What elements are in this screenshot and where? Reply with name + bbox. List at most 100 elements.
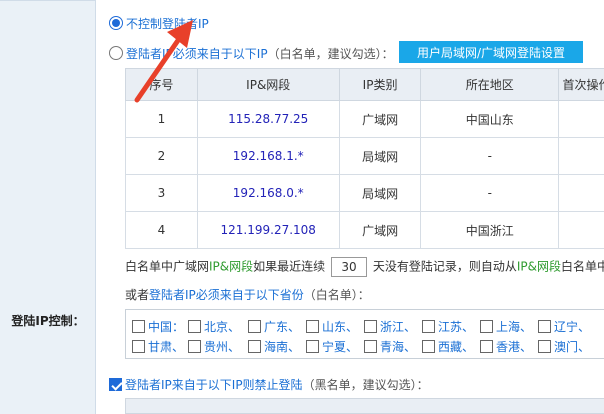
- inactive-days-input[interactable]: 30: [331, 257, 367, 277]
- province-title-prefix: 或者: [125, 288, 150, 302]
- whitelist-radio[interactable]: [109, 46, 123, 60]
- rule-text-prefix: 白名单中广域网: [125, 259, 210, 274]
- blacklist-option: 登陆者IP来自于以下IP则禁止登陆 （黑名单，建议勾选）：: [109, 376, 429, 393]
- auto-remove-rule: 白名单中广域网IP&网段如果最近连续 30 天没有登陆记录，则自动从IP&网段白…: [125, 257, 604, 277]
- province-label: 广东、: [264, 320, 301, 334]
- province-title-text: 登陆者IP必须来自于以下省份: [149, 288, 304, 302]
- blacklist-checkbox[interactable]: [109, 378, 122, 391]
- province-label: 江苏、: [438, 320, 475, 334]
- blacklist-table-header: [125, 398, 604, 414]
- main-panel: 不控制登陆者IP 登陆者IP必须来自于以下IP（白名单，建议勾选）： 用户局域网…: [97, 0, 604, 414]
- checkbox[interactable]: [132, 320, 145, 333]
- province-item[interactable]: 澳门、: [538, 338, 590, 355]
- rule-text-mid: 如果最近连续: [253, 259, 326, 274]
- province-item[interactable]: 甘肃、: [132, 338, 184, 355]
- province-whitelist-title: 或者登陆者IP必须来自于以下省份（白名单）：: [125, 286, 370, 303]
- province-label: 甘肃、: [148, 340, 185, 354]
- province-label: 北京、: [204, 320, 241, 334]
- province-label: 贵州、: [204, 340, 241, 354]
- province-item[interactable]: 青海、: [364, 338, 416, 355]
- province-label: 西藏、: [438, 340, 475, 354]
- login-ip-control-label: 登陆IP控制：: [11, 314, 85, 328]
- rule-text-tail: 白名单中: [560, 259, 604, 274]
- row-type: 局域网: [338, 137, 422, 175]
- row-first-op: [558, 100, 604, 138]
- province-item[interactable]: 山东、: [306, 318, 358, 335]
- checkbox[interactable]: [538, 340, 551, 353]
- province-label: 浙江、: [380, 320, 417, 334]
- province-label: 中国：: [148, 320, 185, 334]
- rule-text-ip: IP&网段: [209, 259, 254, 274]
- col-header-ip: IP&网段: [196, 68, 340, 101]
- province-item[interactable]: 海南、: [248, 338, 300, 355]
- whitelist-hint: （白名单，建议勾选）：: [267, 47, 394, 61]
- col-header-region: 所在地区: [420, 68, 560, 101]
- row-region: 中国山东: [420, 100, 560, 138]
- checkbox[interactable]: [422, 320, 435, 333]
- table-row: 2 192.168.1.* 局域网 -: [125, 137, 604, 175]
- row-region: -: [420, 174, 560, 212]
- row-type: 广域网: [338, 100, 422, 138]
- province-checkbox-group: 中国： 北京、 广东、 山东、 浙江、 江苏、 上海、 辽宁、 甘肃、 贵州、 …: [125, 309, 604, 359]
- province-label: 辽宁、: [554, 320, 591, 334]
- checkbox[interactable]: [306, 340, 319, 353]
- row-type: 广域网: [338, 211, 422, 249]
- rule-text-suffix: 天没有登陆记录，则自动从: [372, 259, 517, 274]
- checkbox[interactable]: [364, 340, 377, 353]
- province-item[interactable]: 浙江、: [364, 318, 416, 335]
- province-label: 香港、: [496, 340, 533, 354]
- row-ip: 121.199.27.108: [196, 211, 340, 249]
- red-arrow-icon: [134, 20, 193, 103]
- province-label: 青海、: [380, 340, 417, 354]
- province-label: 澳门、: [554, 340, 591, 354]
- lan-wan-login-settings-button[interactable]: 用户局域网/广域网登陆设置: [399, 41, 583, 63]
- row-first-op: [558, 174, 604, 212]
- province-item[interactable]: 西藏、: [422, 338, 474, 355]
- checkbox[interactable]: [480, 340, 493, 353]
- province-item[interactable]: 广东、: [248, 318, 300, 335]
- province-item[interactable]: 宁夏、: [306, 338, 358, 355]
- table-row: 4 121.199.27.108 广域网 中国浙江: [125, 211, 604, 249]
- province-item[interactable]: 香港、: [480, 338, 532, 355]
- checkbox[interactable]: [132, 340, 145, 353]
- row-type: 局域网: [338, 174, 422, 212]
- row-first-op: [558, 211, 604, 249]
- province-label: 上海、: [496, 320, 533, 334]
- row-ip: 192.168.1.*: [196, 137, 340, 175]
- checkbox[interactable]: [306, 320, 319, 333]
- rule-text-ip-2: IP&网段: [516, 259, 561, 274]
- checkbox[interactable]: [188, 340, 201, 353]
- no-control-radio[interactable]: [109, 16, 123, 30]
- checkbox[interactable]: [248, 340, 261, 353]
- row-ip: 115.28.77.25: [196, 100, 340, 138]
- checkbox[interactable]: [248, 320, 261, 333]
- checkbox[interactable]: [422, 340, 435, 353]
- blacklist-label: 登陆者IP来自于以下IP则禁止登陆: [125, 378, 303, 392]
- table-row: 3 192.168.0.* 局域网 -: [125, 174, 604, 212]
- checkbox[interactable]: [538, 320, 551, 333]
- blacklist-hint: （黑名单，建议勾选）：: [302, 378, 429, 392]
- province-item[interactable]: 上海、: [480, 318, 532, 335]
- checkbox[interactable]: [364, 320, 377, 333]
- province-label: 山东、: [322, 320, 359, 334]
- row-region: -: [420, 137, 560, 175]
- col-header-type: IP类别: [338, 68, 422, 101]
- row-no: 4: [125, 211, 198, 249]
- checkbox[interactable]: [480, 320, 493, 333]
- province-item[interactable]: 北京、: [188, 318, 240, 335]
- row-region: 中国浙江: [420, 211, 560, 249]
- divider: [0, 0, 96, 1]
- province-label: 海南、: [264, 340, 301, 354]
- row-first-op: [558, 137, 604, 175]
- left-label-column: 登陆IP控制：: [0, 0, 96, 414]
- row-no: 2: [125, 137, 198, 175]
- province-item[interactable]: 贵州、: [188, 338, 240, 355]
- province-label: 宁夏、: [322, 340, 359, 354]
- province-china[interactable]: 中国：: [132, 318, 184, 335]
- province-item[interactable]: 辽宁、: [538, 318, 590, 335]
- province-item[interactable]: 江苏、: [422, 318, 474, 335]
- row-ip: 192.168.0.*: [196, 174, 340, 212]
- province-title-hint: （白名单）：: [303, 288, 370, 302]
- col-header-first-op: 首次操作: [558, 68, 604, 101]
- checkbox[interactable]: [188, 320, 201, 333]
